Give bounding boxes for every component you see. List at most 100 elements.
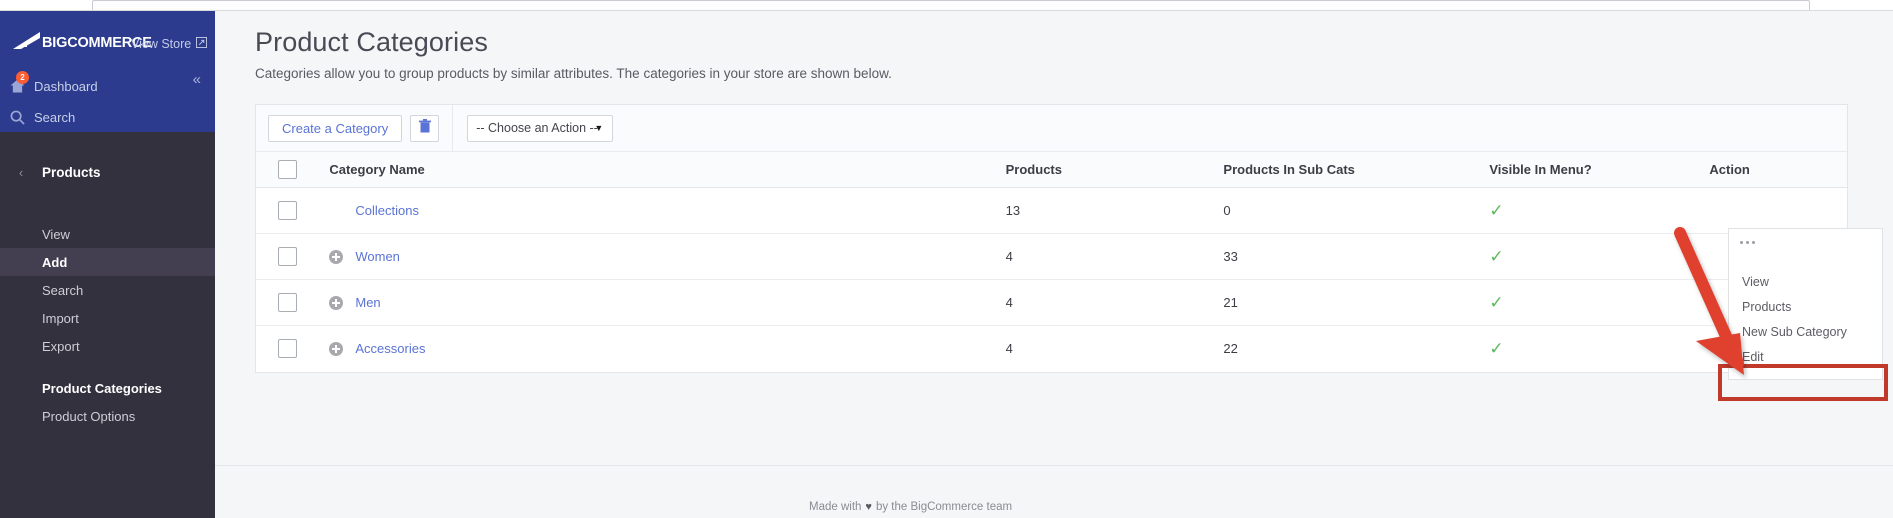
row-visible-cell: ✓ <box>1489 325 1710 372</box>
dot-icon <box>1721 347 1725 351</box>
menu-spacer <box>1729 256 1882 269</box>
sidebar-section-products[interactable]: ‹ Products <box>0 157 215 187</box>
toolbar-divider <box>452 105 454 151</box>
delete-selected-button[interactable] <box>410 114 440 142</box>
category-link[interactable]: Accessories <box>355 341 425 356</box>
expand-row-icon[interactable] <box>329 341 344 356</box>
sidebar-item-label: Search <box>42 282 84 298</box>
expand-row-icon[interactable] <box>329 295 344 310</box>
check-icon: ✓ <box>1489 247 1504 266</box>
column-products: Products <box>1005 151 1224 188</box>
categories-card: Create a Category -- Choose an Action --… <box>255 104 1848 373</box>
row-action-cell <box>1709 187 1847 234</box>
row-products: 4 <box>1005 325 1224 372</box>
create-category-button[interactable]: Create a Category <box>268 114 403 142</box>
categories-table: Category Name Products Products In Sub C… <box>256 151 1847 372</box>
action-dropdown-menu: View Products New Sub Category Edit <box>1728 228 1883 380</box>
sidebar-item-search-products[interactable]: Search <box>0 276 215 304</box>
search-icon <box>0 110 34 125</box>
sidebar-header: BIGCOMMERCE View Store 2 Dashboard « Sea… <box>0 11 215 132</box>
category-link[interactable]: Women <box>355 249 400 264</box>
menu-item-view[interactable]: View <box>1729 269 1882 294</box>
table-row: Collections 13 0 ✓ <box>256 187 1847 234</box>
view-store-link[interactable]: View Store <box>131 37 208 51</box>
row-sub-products: 22 <box>1223 325 1490 372</box>
sidebar-item-dashboard[interactable]: 2 Dashboard « <box>0 71 215 101</box>
row-name-cell: Accessories <box>329 325 1006 372</box>
check-icon: ✓ <box>1489 293 1504 312</box>
sidebar-item-search[interactable]: Search <box>0 102 215 132</box>
ellipsis-icon <box>1740 240 1755 244</box>
row-sub-products: 0 <box>1223 187 1490 234</box>
sidebar-item-label-dashboard: Dashboard <box>34 78 98 94</box>
table-row: Men 4 21 ✓ <box>256 279 1847 326</box>
page-footer: Made with ♥ by the BigCommerce team <box>215 465 1893 518</box>
row-products: 4 <box>1005 279 1224 326</box>
row-visible-cell: ✓ <box>1489 279 1710 326</box>
dot-icon <box>1746 240 1749 244</box>
column-select-all <box>256 151 330 188</box>
chevron-down-icon: ▼ <box>594 123 604 133</box>
sidebar-item-add[interactable]: Add <box>0 248 215 276</box>
sidebar-item-product-options[interactable]: Product Options <box>0 402 215 430</box>
dashboard-badge: 2 <box>16 71 29 84</box>
category-link[interactable]: Men <box>355 295 380 310</box>
column-products-in-sub-cats: Products In Sub Cats <box>1223 151 1490 188</box>
collapse-sidebar-icon[interactable]: « <box>193 71 201 88</box>
footer-credit: Made with ♥ by the BigCommerce team <box>809 501 1012 513</box>
sidebar-item-label: Product Options <box>42 408 136 424</box>
row-name-cell: Collections <box>329 187 1006 234</box>
row-visible-cell: ✓ <box>1489 233 1710 280</box>
table-body: Collections 13 0 ✓ Women 4 33 ✓ Men 4 21… <box>256 187 1847 372</box>
row-select-cell <box>256 325 330 372</box>
chevron-left-icon: ‹ <box>18 164 24 180</box>
address-bar[interactable] <box>92 0 1810 10</box>
table-header: Category Name Products Products In Sub C… <box>256 151 1847 188</box>
row-checkbox[interactable] <box>278 339 297 359</box>
table-toolbar: Create a Category -- Choose an Action --… <box>256 105 1847 151</box>
heart-icon: ♥ <box>865 501 872 513</box>
menu-item-products[interactable]: Products <box>1729 294 1882 319</box>
sidebar-item-label: Add <box>42 254 68 270</box>
row-sub-products: 33 <box>1223 233 1490 280</box>
expand-placeholder-icon <box>329 204 343 218</box>
column-visible-in-menu: Visible In Menu? <box>1489 151 1710 188</box>
sidebar-item-export[interactable]: Export <box>0 332 215 360</box>
footer-made-with: Made with <box>809 501 862 513</box>
check-icon: ✓ <box>1489 201 1504 220</box>
row-checkbox[interactable] <box>278 247 297 266</box>
sidebar-item-label: Export <box>42 338 80 354</box>
column-category-name: Category Name <box>329 151 1006 188</box>
menu-item-edit[interactable]: Edit <box>1729 344 1882 369</box>
sidebar-item-label-search: Search <box>34 109 76 125</box>
dot-icon <box>1740 240 1743 244</box>
expand-row-icon[interactable] <box>329 249 344 264</box>
row-name-cell: Women <box>329 233 1006 280</box>
sidebar-item-product-categories[interactable]: Product Categories <box>0 374 215 402</box>
sidebar-section-label: Products <box>42 164 101 180</box>
sidebar-item-label: Import <box>42 310 79 326</box>
sidebar-item-import[interactable]: Import <box>0 304 215 332</box>
row-checkbox[interactable] <box>278 201 297 220</box>
row-name-cell: Men <box>329 279 1006 326</box>
sidebar-item-view[interactable]: View <box>0 220 215 248</box>
menu-item-new-sub-category[interactable]: New Sub Category <box>1729 319 1882 344</box>
sidebar: BIGCOMMERCE View Store 2 Dashboard « Sea… <box>0 11 215 518</box>
menu-bottom-spacer <box>1729 369 1882 379</box>
page-subtitle: Categories allow you to group products b… <box>255 66 892 81</box>
browser-chrome <box>0 0 1893 11</box>
page-title: Product Categories <box>255 27 488 57</box>
row-select-cell <box>256 187 330 234</box>
category-link[interactable]: Collections <box>355 203 419 218</box>
row-checkbox[interactable] <box>278 293 297 312</box>
view-store-label: View Store <box>131 37 192 51</box>
choose-action-select[interactable]: -- Choose an Action -- ▼ <box>467 114 614 142</box>
row-sub-products: 21 <box>1223 279 1490 326</box>
row-select-cell <box>256 279 330 326</box>
dot-icon <box>1752 240 1755 244</box>
select-all-checkbox[interactable] <box>278 160 297 179</box>
row-visible-cell: ✓ <box>1489 187 1710 234</box>
action-menu-toggle-button[interactable] <box>1729 229 1793 256</box>
footer-by-team: by the BigCommerce team <box>875 501 1013 513</box>
column-action: Action <box>1709 151 1847 188</box>
